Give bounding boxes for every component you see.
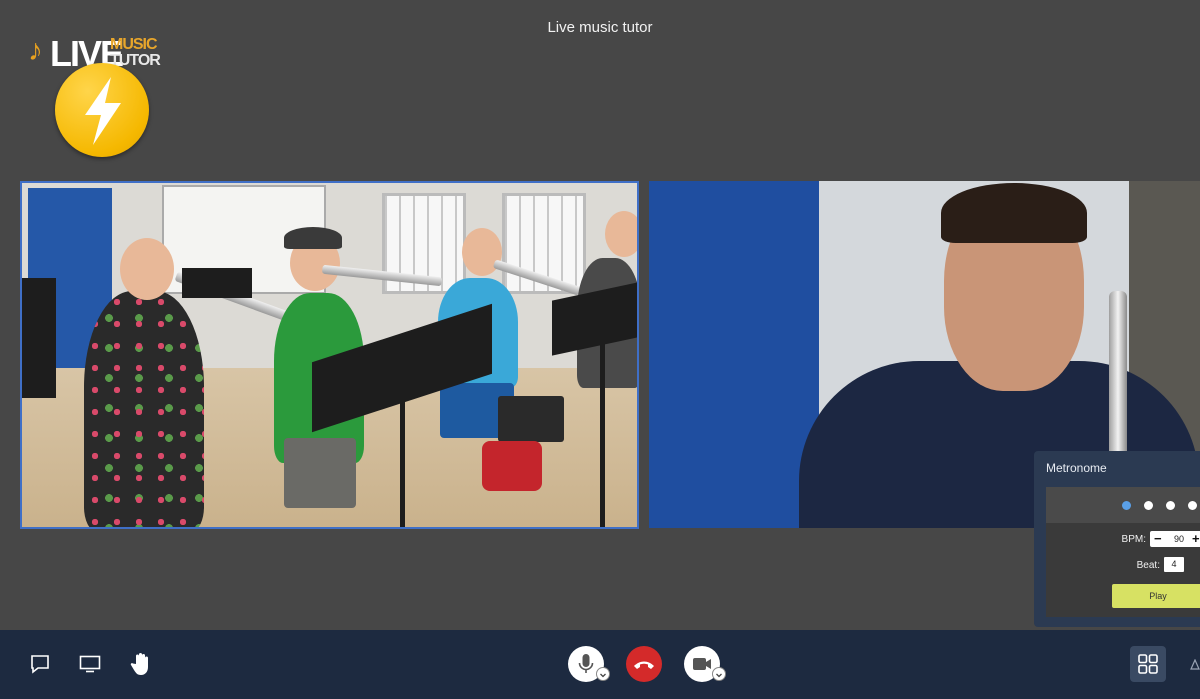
music-stand-pole (400, 398, 405, 527)
metronome-panel: Metronome BPM: − 90 + Beat: 4 Play (1034, 451, 1200, 627)
bpm-label: BPM: (1121, 534, 1146, 545)
metronome-title: Metronome (1046, 461, 1107, 475)
beat-label: Beat: (1136, 560, 1160, 571)
student-shorts (284, 438, 356, 508)
tile-view-icon (1138, 654, 1158, 674)
call-toolbar (0, 630, 1200, 699)
screen-share-icon[interactable] (79, 655, 101, 678)
play-button[interactable]: Play (1112, 584, 1200, 608)
metronome-body: BPM: − 90 + Beat: 4 Play (1046, 487, 1200, 617)
beat-dot-active (1122, 501, 1131, 510)
participant-video-classroom[interactable] (20, 181, 639, 529)
camera-options-chevron-icon[interactable] (712, 667, 726, 681)
meeting-title: Live music tutor (547, 19, 653, 36)
tutor-hair (941, 183, 1087, 243)
music-stand-pole (600, 343, 605, 527)
bpm-decrease-button[interactable]: − (1154, 531, 1162, 547)
lightning-bolt-icon (55, 63, 149, 157)
bpm-increase-button[interactable]: + (1192, 531, 1200, 547)
cap (284, 227, 342, 249)
beat-input[interactable]: 4 (1164, 557, 1184, 572)
hang-up-button[interactable] (626, 646, 662, 682)
bpm-row: BPM: − 90 + (1046, 531, 1200, 551)
student-head (120, 238, 174, 300)
hang-up-icon (634, 661, 654, 669)
beat-dot (1144, 501, 1153, 510)
top-bar: Live music tutor (0, 0, 1200, 60)
music-note-icon: ♪ (28, 34, 43, 67)
microphone-options-chevron-icon[interactable] (596, 667, 610, 681)
music-stand (182, 268, 252, 298)
more-options-triangle-icon[interactable] (1190, 658, 1200, 676)
red-bag (482, 441, 542, 491)
music-stand (22, 278, 56, 398)
student-floral-shirt (84, 291, 204, 527)
beat-dot (1166, 501, 1175, 510)
tile-view-button[interactable] (1130, 646, 1166, 682)
student-head (605, 211, 637, 257)
bpm-value[interactable]: 90 (1174, 534, 1184, 544)
bpm-stepper[interactable]: − 90 + (1150, 531, 1200, 547)
beat-indicator (1046, 487, 1200, 523)
raise-hand-icon[interactable] (130, 652, 152, 681)
chat-bubble-icon[interactable] (30, 654, 50, 679)
blue-wall (649, 181, 819, 528)
instrument-case (498, 396, 564, 442)
beat-dot (1188, 501, 1197, 510)
beat-row: Beat: 4 (1046, 557, 1200, 577)
